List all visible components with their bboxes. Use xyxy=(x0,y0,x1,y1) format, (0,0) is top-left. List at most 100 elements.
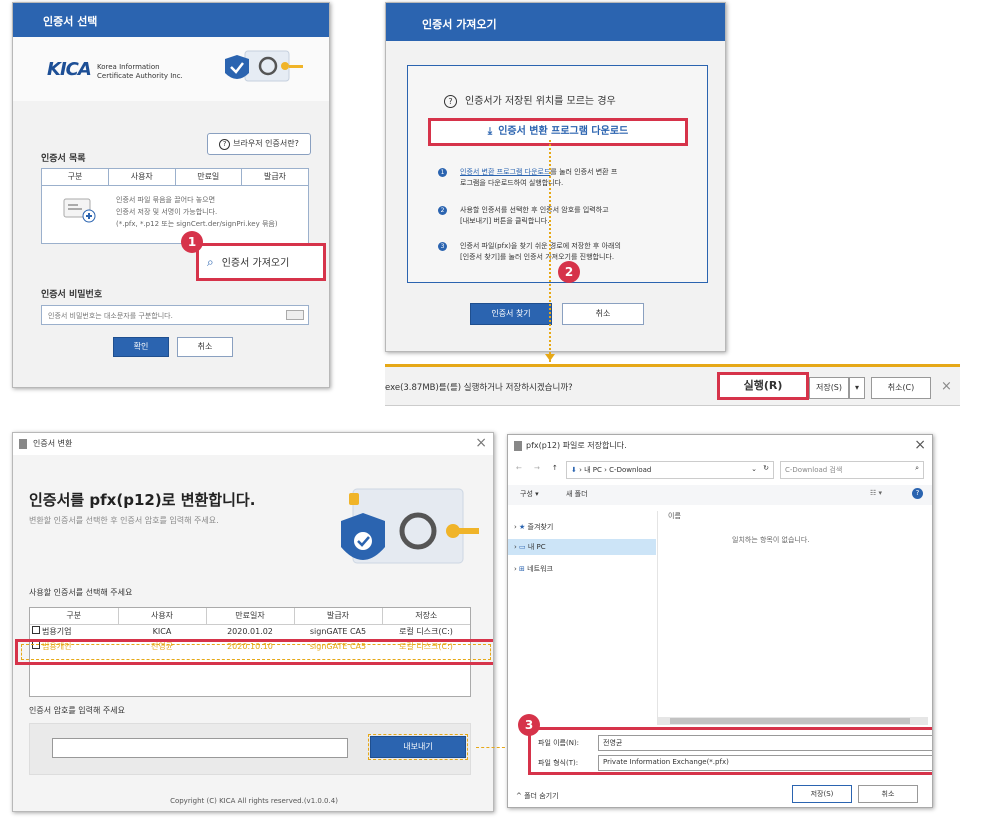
save-dropdown-button[interactable]: ▾ xyxy=(849,377,865,399)
organize-menu[interactable]: 구성 ▾ xyxy=(520,489,539,499)
search-icon: ⌕ xyxy=(915,464,919,472)
step2-line1: 사용할 인증서를 선택한 후 인증서 암호를 입력하고 xyxy=(460,206,609,214)
path-folder[interactable]: C-Download xyxy=(609,466,651,474)
close-icon[interactable]: × xyxy=(914,437,926,453)
dialog-title-bar: pfx(p12) 파일로 저장합니다. × xyxy=(508,435,932,457)
drop-hint-3: (*.pfx, *.p12 또는 signCert.der/signPri.ke… xyxy=(116,220,278,228)
step3-line2: [인증서 찾기]를 눌러 인증서 가져오기를 진행합니다. xyxy=(460,253,615,261)
step1-link[interactable]: 인증서 변환 프로그램 다운로드 xyxy=(460,168,550,176)
ok-button[interactable]: 확인 xyxy=(113,337,169,357)
window-title-bar: 인증서 변환 × xyxy=(13,433,493,455)
download-arrow-icon: ⬇ xyxy=(571,466,577,474)
convert-subheading: 변환할 인증서를 선택한 후 인증서 암호를 입력해 주세요. xyxy=(29,516,219,525)
toolbar: 구성 ▾ 새 폴더 ☷ ▾ ? xyxy=(508,485,932,505)
step2-line2: [내보내기] 버튼을 클릭합니다. xyxy=(460,217,550,225)
forward-icon[interactable]: → xyxy=(534,464,540,472)
app-icon xyxy=(19,438,27,449)
cert-select-dialog: 인증서 선택 KICA Korea Information Certificat… xyxy=(12,2,330,388)
step-badge-1: 1 xyxy=(181,231,203,253)
dialog-title: 인증서 선택 xyxy=(43,15,98,28)
step1-text: 인증서 변환 프로그램 다운로드를 눌러 인증서 변환 프 로그램을 다운로드하… xyxy=(460,167,700,189)
dialog-title-bar: 인증서 가져오기 xyxy=(386,3,725,41)
refresh-icon[interactable]: ↻ xyxy=(763,464,769,472)
chevron-up-icon: ^ xyxy=(516,792,522,800)
question-text: 인증서가 저장된 위치를 모르는 경우 xyxy=(465,96,616,107)
kica-logo: KICA xyxy=(47,59,92,80)
dialog-title: 인증서 가져오기 xyxy=(422,18,497,31)
import-cert-button[interactable]: ⌕ 인증서 가져오기 xyxy=(196,243,326,281)
col-storage: 저장소 xyxy=(415,611,438,621)
cert-icon xyxy=(32,625,40,634)
window-title: 인증서 변환 xyxy=(33,439,73,448)
save-file-dialog: pfx(p12) 파일로 저장합니다. × ← → ↑ ⬇ › 내 PC › C… xyxy=(507,434,933,808)
export-button[interactable]: 내보내기 xyxy=(368,734,468,760)
download-icon: ⤓ xyxy=(487,126,493,137)
close-icon[interactable]: × xyxy=(941,379,952,394)
cell-issuer: signGATE CA5 xyxy=(309,626,367,636)
address-bar[interactable]: ⬇ › 내 PC › C-Download ⌄ ↻ xyxy=(566,461,774,479)
scroll-thumb[interactable] xyxy=(670,718,910,724)
col-name-header: 이름 xyxy=(668,512,681,520)
browser-cert-label: 브라우저 인증서란? xyxy=(233,139,299,148)
filename-highlight xyxy=(528,727,932,775)
cell-user: KICA xyxy=(152,626,172,636)
dialog-title: pfx(p12) 파일로 저장합니다. xyxy=(526,441,627,450)
col-user: 사용자 xyxy=(118,608,207,624)
cancel-button[interactable]: 취소 xyxy=(858,785,918,803)
hide-folders-toggle[interactable]: ^ 폴더 숨기기 xyxy=(516,791,559,801)
empty-message: 일치하는 항목이 없습니다. xyxy=(732,536,810,544)
cancel-download-button[interactable]: 취소(C) xyxy=(871,377,931,399)
cancel-button[interactable]: 취소 xyxy=(562,303,644,325)
browser-cert-button[interactable]: ? 브라우저 인증서란? xyxy=(207,133,311,155)
new-folder-button[interactable]: 새 폴더 xyxy=(566,489,588,499)
step2-text: 사용할 인증서를 선택한 후 인증서 암호를 입력하고 [내보내기] 버튼을 클… xyxy=(460,205,700,227)
password-input[interactable] xyxy=(52,738,348,758)
search-placeholder: C-Download 검색 xyxy=(785,466,843,474)
password-placeholder: 인증서 비밀번호는 대소문자를 구분합니다. xyxy=(48,312,173,320)
cert-list-box: 구분 사용자 만료일 발급자 인증서 파일 묶음을 끌어다 놓으면 인증서 저장… xyxy=(41,168,309,244)
col-user: 사용자 xyxy=(108,169,176,185)
close-icon[interactable]: × xyxy=(475,435,487,451)
step-dot-1: 1 xyxy=(438,168,447,177)
tree-label: 내 PC xyxy=(527,543,546,551)
save-button[interactable]: 저장(S) xyxy=(809,377,849,399)
security-illustration-icon xyxy=(225,50,303,82)
drop-hint-2: 인증서 저장 및 서명이 가능합니다. xyxy=(116,208,218,216)
keyboard-icon[interactable] xyxy=(286,310,304,320)
run-button[interactable]: 실행(R) xyxy=(717,372,809,400)
tree-item-favorites[interactable]: › ★ 즐겨찾기 xyxy=(512,519,652,535)
horizontal-scrollbar[interactable] xyxy=(658,717,928,725)
download-converter-label: 인증서 변환 프로그램 다운로드 xyxy=(498,126,629,137)
dialog-title-bar: 인증서 선택 xyxy=(13,3,329,37)
chevron-down-icon[interactable]: ⌄ xyxy=(751,465,757,473)
table-row[interactable]: 범용기업 KICA 2020.01.02 signGATE CA5 로컬 디스크… xyxy=(30,624,470,638)
save-button[interactable]: 저장(S) xyxy=(792,785,852,803)
magnifier-icon: ⌕ xyxy=(207,255,214,269)
up-icon[interactable]: ↑ xyxy=(552,464,558,472)
monitor-icon: ▭ xyxy=(519,543,526,551)
hide-folders-label: 폴더 숨기기 xyxy=(524,792,559,800)
chevron-down-icon: ▾ xyxy=(854,383,859,392)
col-type: 구분 xyxy=(30,608,119,624)
tree-item-my-pc[interactable]: › ▭ 내 PC xyxy=(508,539,656,555)
search-input[interactable]: C-Download 검색 ⌕ xyxy=(780,461,924,479)
password-input[interactable]: 인증서 비밀번호는 대소문자를 구분합니다. xyxy=(41,305,309,325)
drop-hint-1: 인증서 파일 묶음을 끌어다 놓으면 xyxy=(116,196,216,204)
back-icon[interactable]: ← xyxy=(516,464,522,472)
help-icon[interactable]: ? xyxy=(912,488,923,499)
path-pc[interactable]: 내 PC xyxy=(584,466,602,474)
find-cert-button[interactable]: 인증서 찾기 xyxy=(470,303,552,325)
download-prompt: exe(3.87MB)를(를) 실행하거나 저장하시겠습니까? xyxy=(385,383,573,393)
cert-import-dialog: 인증서 가져오기 ? 인증서가 저장된 위치를 모르는 경우 ⤓ 인증서 변환 프로… xyxy=(385,2,726,352)
password-label: 인증서 암호를 입력해 주세요 xyxy=(29,706,125,715)
file-drop-icon xyxy=(63,198,96,223)
tree-item-network[interactable]: › ⊞ 네트워크 xyxy=(512,561,652,577)
logo-subtitle-1: Korea Information xyxy=(97,63,160,71)
import-guide-box: ? 인증서가 저장된 위치를 모르는 경우 ⤓ 인증서 변환 프로그램 다운로드 1… xyxy=(407,65,708,283)
col-expiry: 만료일 xyxy=(175,169,242,185)
cancel-button[interactable]: 취소 xyxy=(177,337,233,357)
view-options-icon[interactable]: ☷ ▾ xyxy=(870,489,882,497)
question-row: ? 인증서가 저장된 위치를 모르는 경우 xyxy=(444,92,616,108)
step3-line1: 인증서 파일(pfx)을 찾기 쉬운 경로에 저장한 후 아래의 xyxy=(460,242,621,250)
download-converter-button[interactable]: ⤓ 인증서 변환 프로그램 다운로드 xyxy=(428,118,688,146)
